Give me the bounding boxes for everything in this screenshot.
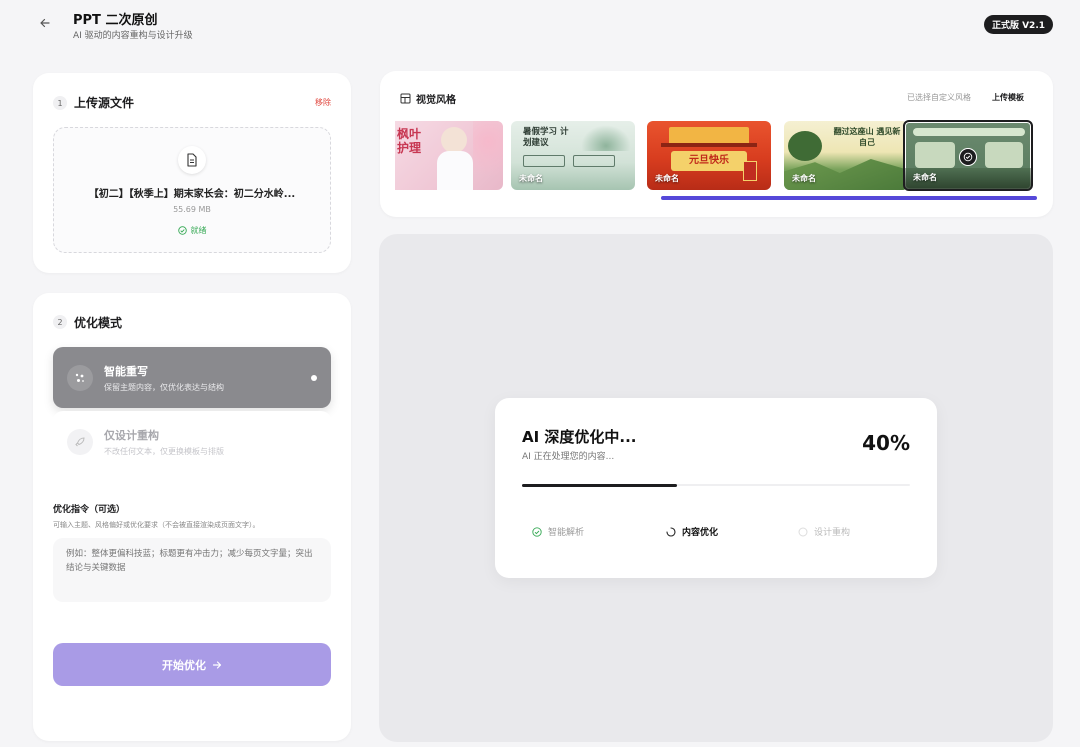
- thumbnail-label: 未命名: [519, 174, 543, 183]
- thumbnail-decoration: [985, 142, 1023, 168]
- mode-title: 智能重写: [104, 365, 148, 378]
- thumbnail-art-text: 翻过这座山 遇见新自己: [833, 126, 901, 147]
- progress-track: [522, 483, 910, 487]
- template-thumbnail[interactable]: 暑假学习 计划建议 未命名: [511, 121, 635, 190]
- selected-style-label: 已选择自定义风格: [907, 93, 971, 102]
- thumbnail-art-text: 元旦快乐: [671, 151, 747, 171]
- thumbnail-art-text: 枫叶 护理: [397, 127, 422, 155]
- preview-panel: AI 深度优化中... AI 正在处理您的内容... 40% 智能解析 内容优化…: [379, 234, 1053, 742]
- optimize-section-title: 优化模式: [74, 316, 123, 330]
- remove-file-button[interactable]: 移除: [315, 97, 331, 108]
- check-circle-icon: [532, 526, 542, 537]
- progress-step-done: 智能解析: [532, 525, 584, 538]
- upload-template-button[interactable]: 上传模板: [992, 92, 1024, 103]
- step-number: 1: [53, 96, 67, 110]
- progress-percent: 40%: [862, 431, 910, 455]
- sparkle-icon: [67, 365, 93, 391]
- style-card: 视觉风格 已选择自定义风格 上传模板 枫叶 护理 暑假学习 计划建议 未命名 元…: [380, 71, 1053, 217]
- thumbnail-figure: [441, 127, 467, 153]
- step-number: 2: [53, 315, 67, 329]
- app-subtitle: AI 驱动的内容重构与设计升级: [73, 31, 193, 41]
- progress-title: AI 深度优化中...: [522, 428, 637, 446]
- thumbnail-decoration: [788, 131, 822, 161]
- start-optimize-button[interactable]: 开始优化: [53, 643, 331, 686]
- status-text: 就绪: [190, 226, 207, 235]
- progress-card: AI 深度优化中... AI 正在处理您的内容... 40% 智能解析 内容优化…: [495, 398, 937, 578]
- thumbnail-art-text: 暑假学习 计划建议: [523, 127, 569, 148]
- back-button[interactable]: [36, 14, 54, 32]
- template-thumbnail[interactable]: 翻过这座山 遇见新自己 未命名: [784, 121, 908, 190]
- step-label: 内容优化: [682, 528, 719, 538]
- file-size: 55.69 MB: [173, 205, 211, 214]
- thumbnail-decoration: [913, 128, 1025, 136]
- check-icon: [959, 148, 977, 166]
- thumbnail-decoration: [581, 125, 631, 151]
- thumbnail-label: 未命名: [792, 174, 816, 183]
- instruction-hint: 可输入主题、风格偏好或优化要求（不会被直接渲染成页面文字）。: [53, 521, 260, 529]
- arrow-left-icon: [40, 18, 50, 28]
- file-name: 【初二】【秋季上】期末家长会：初二分水岭...: [88, 189, 296, 200]
- start-button-label: 开始优化: [162, 658, 206, 672]
- rocket-icon: [67, 429, 93, 455]
- thumbnail-decoration: [523, 155, 565, 167]
- thumbnail-decoration: [473, 121, 503, 190]
- thumbnail-label: 未命名: [913, 173, 937, 182]
- mode-smart-rewrite[interactable]: 智能重写 保留主题内容，仅优化表达与结构: [53, 347, 331, 408]
- mode-title: 仅设计重构: [104, 429, 159, 442]
- spinner-icon: [666, 526, 676, 537]
- instruction-input[interactable]: [53, 538, 331, 602]
- document-icon: [178, 146, 206, 174]
- optimize-card: 2 优化模式 智能重写 保留主题内容，仅优化表达与结构 仅设计重构 不改任何文本…: [33, 293, 351, 741]
- step-label: 设计重构: [814, 528, 851, 538]
- progress-step-active: 内容优化: [666, 525, 718, 538]
- thumbnail-figure: [437, 151, 473, 190]
- mode-design-only[interactable]: 仅设计重构 不改任何文本，仅更换模板与排版: [53, 411, 331, 472]
- template-thumbnail[interactable]: 枫叶 护理: [395, 121, 503, 190]
- app-title: PPT 二次原创: [73, 13, 158, 28]
- template-thumbnail[interactable]: 元旦快乐 未命名: [647, 121, 771, 190]
- app-header: PPT 二次原创 AI 驱动的内容重构与设计升级 正式版 V2.1: [0, 0, 1080, 60]
- style-section-title: 视觉风格: [416, 95, 456, 106]
- arrow-right-icon: [212, 660, 222, 669]
- progress-fill: [522, 483, 678, 487]
- mode-description: 保留主题内容，仅优化表达与结构: [104, 383, 224, 392]
- mode-description: 不改任何文本，仅更换模板与排版: [104, 447, 224, 456]
- template-thumbnail-selected[interactable]: 未命名: [903, 120, 1033, 191]
- check-circle-icon: [177, 226, 187, 235]
- thumbnail-decoration: [743, 161, 757, 181]
- progress-step-pending: 设计重构: [798, 525, 850, 538]
- thumbnail-label: 未命名: [655, 174, 679, 183]
- template-carousel[interactable]: 枫叶 护理 暑假学习 计划建议 未命名 元旦快乐 未命名 翻过这座山 遇见新自己…: [395, 120, 1035, 192]
- file-status: 就绪: [54, 225, 330, 236]
- circle-icon: [798, 527, 808, 536]
- carousel-scrollbar[interactable]: [661, 196, 1037, 200]
- thumbnail-decoration: [915, 142, 955, 168]
- version-badge: 正式版 V2.1: [983, 15, 1053, 34]
- thumbnail-decoration: [669, 127, 749, 143]
- thumbnail-decoration: [573, 155, 615, 167]
- instruction-label: 优化指令（可选）: [53, 505, 126, 515]
- upload-section-title: 上传源文件: [74, 96, 135, 110]
- selected-indicator: [311, 375, 317, 381]
- step-label: 智能解析: [548, 528, 585, 538]
- progress-subtitle: AI 正在处理您的内容...: [522, 452, 615, 462]
- thumbnail-decoration: [661, 143, 757, 147]
- upload-card: 1 上传源文件 移除 【初二】【秋季上】期末家长会：初二分水岭... 55.69…: [33, 73, 351, 273]
- file-dropzone[interactable]: 【初二】【秋季上】期末家长会：初二分水岭... 55.69 MB 就绪: [53, 127, 331, 253]
- layout-icon: [400, 93, 411, 104]
